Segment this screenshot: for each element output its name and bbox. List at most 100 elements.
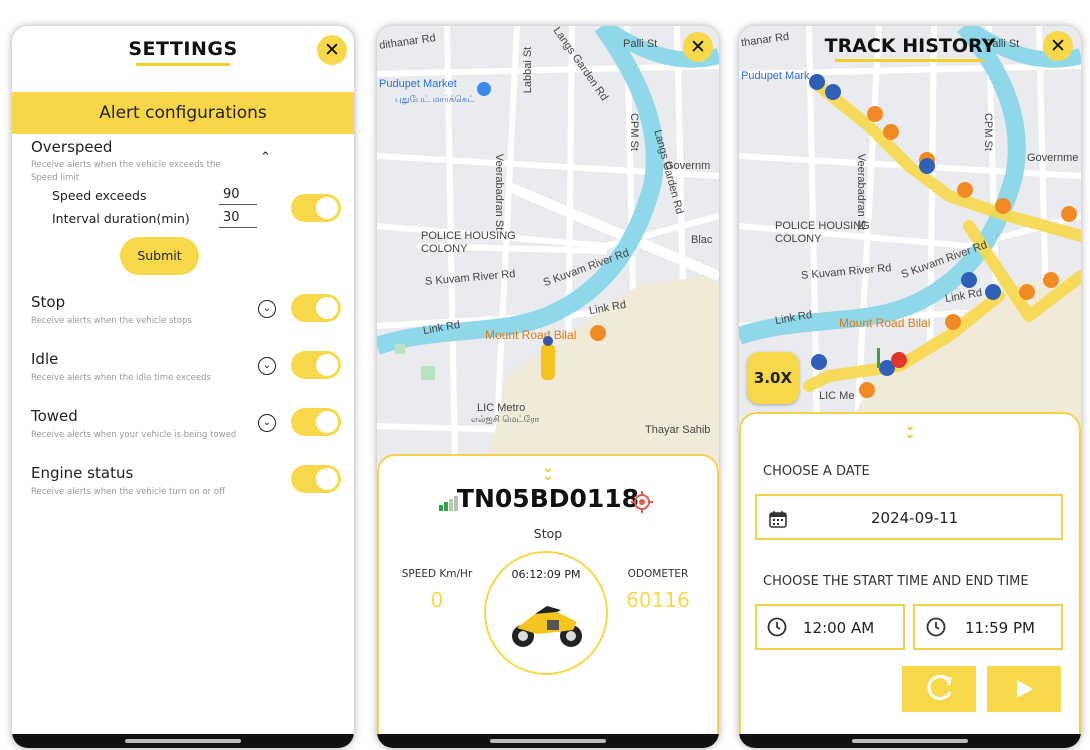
reset-button[interactable] [902,666,976,712]
overspeed-title: Overspeed [31,138,113,156]
track-history-screen: thanar Rd Palli St Pudupet Mark CPM St V… [739,26,1081,748]
map-label: POLICE HOUSING [421,230,516,242]
submit-button[interactable]: Submit [120,237,199,275]
close-icon[interactable]: ✕ [317,35,347,65]
settings-title: SETTINGS [128,38,238,60]
refresh-icon [927,675,952,700]
odometer-value: 60116 [626,588,690,612]
chevron-down-icon[interactable]: ⌄ [258,300,276,318]
locate-icon[interactable] [631,491,653,517]
stop-marker-icon[interactable] [1043,272,1059,288]
map-label: LIC Me [819,390,855,402]
chevron-up-icon[interactable]: ⌃ [260,150,271,165]
vehicle-marker-icon[interactable] [541,344,555,380]
map-label: Pudupet Market [379,78,457,90]
map-label: Blac [691,234,713,246]
stop-marker-icon[interactable] [1061,206,1077,222]
end-time-value: 11:59 PM [965,619,1035,637]
motorcycle-icon [507,598,587,654]
map-label: Pudupet Mark [741,70,810,82]
home-indicator [739,734,1081,748]
stop-marker-icon[interactable] [867,106,883,122]
map-label: CPM St [627,113,640,151]
map-label: Labbai St [522,46,535,94]
odometer-label: ODOMETER [627,568,689,580]
overspeed-subtitle: Receive alerts when the vehicle exceeds … [31,160,221,183]
map-label: Mount Road Bilal [485,328,577,342]
stop-marker-icon[interactable] [995,198,1011,214]
playback-speed-button[interactable]: 3.0X [747,352,799,404]
settings-screen: SETTINGS ✕ Alert configurations Overspee… [12,26,354,748]
stop-marker-icon[interactable] [1019,284,1035,300]
last-update-time: 06:12:09 PM [511,568,581,581]
towed-subtitle: Receive alerts when your vehicle is bein… [31,430,237,440]
chevron-down-icon[interactable]: ⌄ [258,414,276,432]
map-label: Governme [1027,152,1079,164]
speed-exceeds-input[interactable]: 90 [219,187,257,205]
speed-label: SPEED Km/Hr [401,568,473,580]
restaurant-pin-icon [590,325,606,341]
towed-title: Towed [31,407,78,425]
overspeed-toggle[interactable] [291,194,341,222]
interval-duration-label: Interval duration(min) [52,211,190,226]
map-label: CPM St [981,113,994,151]
vehicle-plate: TN05BD0118 [456,484,640,513]
date-value: 2024-09-11 [871,509,959,527]
stop-marker-icon[interactable] [957,182,973,198]
idle-marker-icon[interactable] [985,284,1001,300]
stop-subtitle: Receive alerts when the vehicle stops [31,316,192,326]
idle-marker-icon[interactable] [961,272,977,288]
idle-marker-icon[interactable] [809,74,825,90]
idle-marker-icon[interactable] [825,84,841,100]
map-label: Mount Road Bilal [839,316,931,330]
collapse-chevron-icon[interactable]: ⌄ ⌄ [538,461,558,483]
map-label: LIC Metro [477,402,526,414]
title-underline [136,63,230,66]
map-label: COLONY [421,243,468,255]
engine-status-toggle[interactable] [291,465,341,493]
alert-config-banner: Alert configurations [12,92,354,134]
title-underline [835,59,983,62]
start-time-value: 12:00 AM [803,619,875,637]
stop-title: Stop [31,293,66,311]
play-icon [1017,680,1033,698]
speed-value: 0 [430,588,444,612]
map-label: Veerabadran St [493,153,506,231]
collapse-chevron-icon[interactable]: ⌄ ⌄ [900,419,920,441]
map-label: Palli St [623,38,658,50]
close-icon[interactable]: ✕ [683,32,713,62]
map-label: எல்ஐசி மெட்ரோ [471,414,540,424]
stop-marker-icon[interactable] [945,314,961,330]
towed-toggle[interactable] [291,408,341,436]
end-marker-icon[interactable] [891,352,907,368]
rider-icon [543,336,553,346]
idle-subtitle: Receive alerts when the idle time exceed… [31,373,211,383]
speed-exceeds-label: Speed exceeds [52,188,147,203]
map-view[interactable]: dithanar Rd Langs Garden Rd Labbai St Pa… [377,26,719,466]
start-flag-icon[interactable] [877,348,880,368]
interval-duration-input[interactable]: 30 [219,210,257,228]
choose-time-label: CHOOSE THE START TIME AND END TIME [763,574,1029,589]
map-label: Thayar Sahib [645,424,711,436]
engine-status-title: Engine status [31,464,134,482]
close-icon[interactable]: ✕ [1043,31,1073,61]
idle-title: Idle [31,350,59,368]
map-label: Governm [665,160,711,172]
vehicle-status: Stop [533,526,563,541]
chevron-down-icon[interactable]: ⌄ [258,357,276,375]
stop-marker-icon[interactable] [883,124,899,140]
stop-toggle[interactable] [291,294,341,322]
shop-pin-icon [477,82,491,96]
stop-marker-icon[interactable] [859,382,875,398]
idle-marker-icon[interactable] [919,158,935,174]
live-tracking-screen: dithanar Rd Langs Garden Rd Labbai St Pa… [377,26,719,748]
home-indicator [377,734,719,748]
map-label: POLICE HOUSING [775,220,870,232]
choose-date-label: CHOOSE A DATE [763,464,870,479]
play-button[interactable] [987,666,1061,712]
clock-icon [767,617,787,641]
map-label: COLONY [775,233,822,245]
idle-marker-icon[interactable] [811,354,827,370]
idle-toggle[interactable] [291,351,341,379]
calendar-icon [769,510,787,532]
